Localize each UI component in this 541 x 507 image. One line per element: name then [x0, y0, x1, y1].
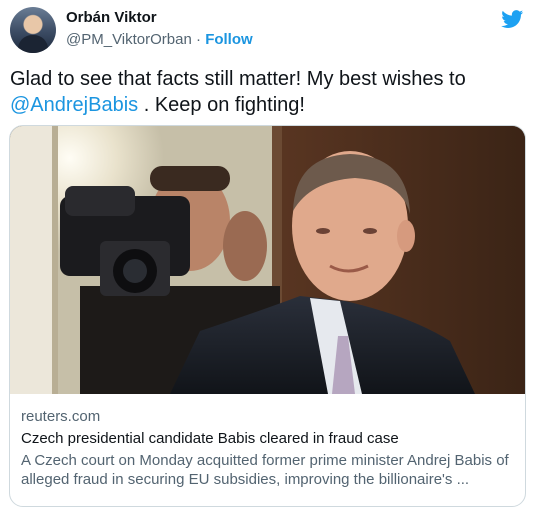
card-description: A Czech court on Monday acquitted former… [21, 452, 509, 488]
tweet-text: Glad to see that facts still matter! My … [10, 66, 530, 118]
card-domain: reuters.com [21, 408, 101, 425]
tweet-text-part: . Keep on fighting! [138, 94, 305, 116]
card-photo [10, 126, 525, 394]
link-card[interactable]: reuters.com Czech presidential candidate… [9, 125, 526, 507]
card-meta: reuters.com Czech presidential candidate… [10, 394, 525, 489]
card-title[interactable]: Czech presidential candidate Babis clear… [21, 429, 514, 448]
twitter-bird-icon[interactable] [500, 8, 525, 30]
tweet-text-part: Glad to see that facts still matter! My … [10, 68, 466, 90]
card-image[interactable] [10, 126, 525, 394]
mention-link[interactable]: @AndrejBabis [10, 94, 138, 116]
separator-dot: · [196, 31, 202, 48]
handle-line: @PM_ViktorOrban · Follow [66, 31, 253, 49]
avatar[interactable] [10, 7, 56, 53]
display-name[interactable]: Orbán Viktor [66, 9, 253, 27]
handle[interactable]: @PM_ViktorOrban [66, 31, 192, 48]
follow-button[interactable]: Follow [205, 31, 253, 48]
tweet-author: Orbán Viktor @PM_ViktorOrban · Follow [66, 9, 253, 49]
